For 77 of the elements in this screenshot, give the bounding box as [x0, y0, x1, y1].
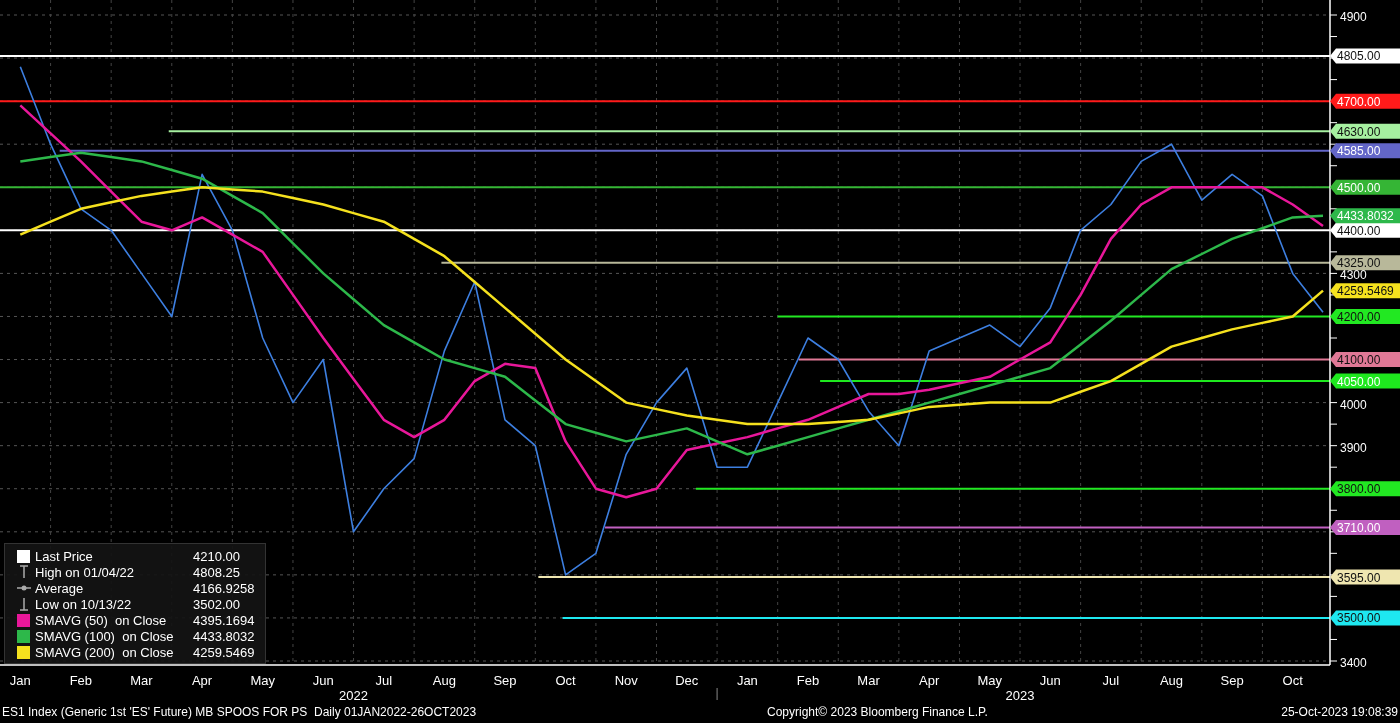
ref-line-label: 4400.00	[1337, 223, 1381, 238]
axis-label: Apr	[919, 673, 940, 688]
price-tag: 3595.00	[1330, 569, 1400, 585]
timestamp: 25-Oct-2023 19:08:39	[1281, 704, 1399, 719]
price-tag: 4805.00	[1330, 48, 1400, 64]
axis-label: Jul	[1102, 673, 1120, 688]
price-tag: 3500.00	[1330, 610, 1400, 626]
axis-label: Aug	[1159, 673, 1184, 688]
ref-line-label: 4630.00	[1337, 124, 1381, 139]
legend-label: SMAVG (200) on Close	[35, 644, 175, 660]
low-marker-icon	[17, 597, 31, 611]
axis-label: Jun	[312, 673, 334, 688]
axis-label: Jan	[736, 673, 758, 688]
legend-value: 4433.8032	[193, 628, 256, 644]
price-tag: 4325.00	[1330, 255, 1400, 271]
legend-label: Last Price	[35, 548, 94, 564]
high-marker-icon	[17, 565, 31, 579]
axis-label: Apr	[191, 673, 213, 688]
chart-description: ES1 Index (Generic 1st 'ES' Future) MB SPOOS FOR PS Daily 01JAN2022-26OCT2023	[1, 704, 478, 719]
legend-value: 4210.00	[193, 548, 241, 564]
price-tag: 4700.00	[1330, 93, 1400, 109]
ref-line-label: 4500.00	[1337, 180, 1381, 195]
ref-line-label: 3595.00	[1337, 570, 1381, 585]
ref-line-label: 3500.00	[1337, 611, 1381, 626]
axis-label: Aug	[432, 673, 456, 688]
axis-label: Nov	[614, 673, 638, 688]
ref-line-label: 4325.00	[1337, 256, 1381, 271]
axis-label: Jan	[9, 673, 31, 688]
axis-label: Dec	[675, 673, 699, 688]
ref-line-label: 4805.00	[1337, 49, 1381, 64]
legend-label: Average	[35, 580, 85, 596]
ref-line-label: 4585.00	[1337, 144, 1381, 159]
legend-value: 4395.1694	[193, 612, 256, 628]
ref-line-label: 3710.00	[1337, 520, 1381, 535]
legend-value: 3502.00	[193, 596, 241, 612]
legend-value: 4259.5469	[193, 644, 256, 660]
axis-label: Mar	[857, 673, 880, 688]
price-tag: 3710.00	[1330, 520, 1400, 535]
axis-label: Jun	[1039, 673, 1061, 688]
price-tag: 4500.00	[1330, 179, 1400, 195]
axis-label: 2022	[339, 688, 368, 700]
price-tag: 4259.5469	[1330, 283, 1400, 299]
axis-label: 4000	[1340, 397, 1367, 412]
ref-line-label: 3800.00	[1337, 482, 1381, 497]
axis-label: Feb	[796, 673, 820, 688]
legend-value: 4808.25	[193, 564, 241, 580]
copyright-text: Copyright© 2023 Bloomberg Finance L.P.	[767, 704, 989, 719]
legend-label: SMAVG (50) on Close	[35, 612, 168, 628]
axis-label: 4300	[1340, 268, 1367, 283]
ref-line-label: 4100.00	[1337, 353, 1381, 368]
axis-label: Oct	[1282, 673, 1303, 688]
legend-label: Low on 10/13/22	[35, 596, 133, 612]
price-tag: 4200.00	[1330, 308, 1400, 324]
axis-label: 3400	[1340, 656, 1367, 670]
ref-line-label: 4700.00	[1337, 94, 1381, 109]
axis-label: Mar	[130, 673, 153, 688]
legend-label: High on 01/04/22	[35, 564, 136, 580]
price-tag: 4433.8032	[1330, 208, 1400, 224]
price-tag: 4100.00	[1330, 352, 1400, 368]
axis-label: 3900	[1340, 440, 1367, 455]
price-tag: 3800.00	[1330, 481, 1400, 497]
axis-label: Sep	[1220, 673, 1244, 688]
axis-label: May	[250, 673, 275, 688]
axis-label: Sep	[493, 673, 517, 688]
axis-label: Oct	[555, 673, 576, 688]
price-tag: 4630.00	[1330, 123, 1400, 139]
axis-label: 4900	[1340, 10, 1367, 24]
ref-line-label: 4050.00	[1337, 374, 1381, 389]
price-tag: 4585.00	[1330, 143, 1400, 159]
legend-value: 4166.9258	[193, 580, 256, 596]
legend-label: SMAVG (100) on Close	[35, 628, 175, 644]
price-tag: 4050.00	[1330, 373, 1400, 389]
axis-label: 2023	[1005, 688, 1035, 700]
axis-label: Jul	[375, 673, 393, 688]
axis-label: Feb	[69, 673, 93, 688]
axis-label: May	[977, 673, 1003, 688]
ref-line-label: 4200.00	[1337, 309, 1381, 324]
